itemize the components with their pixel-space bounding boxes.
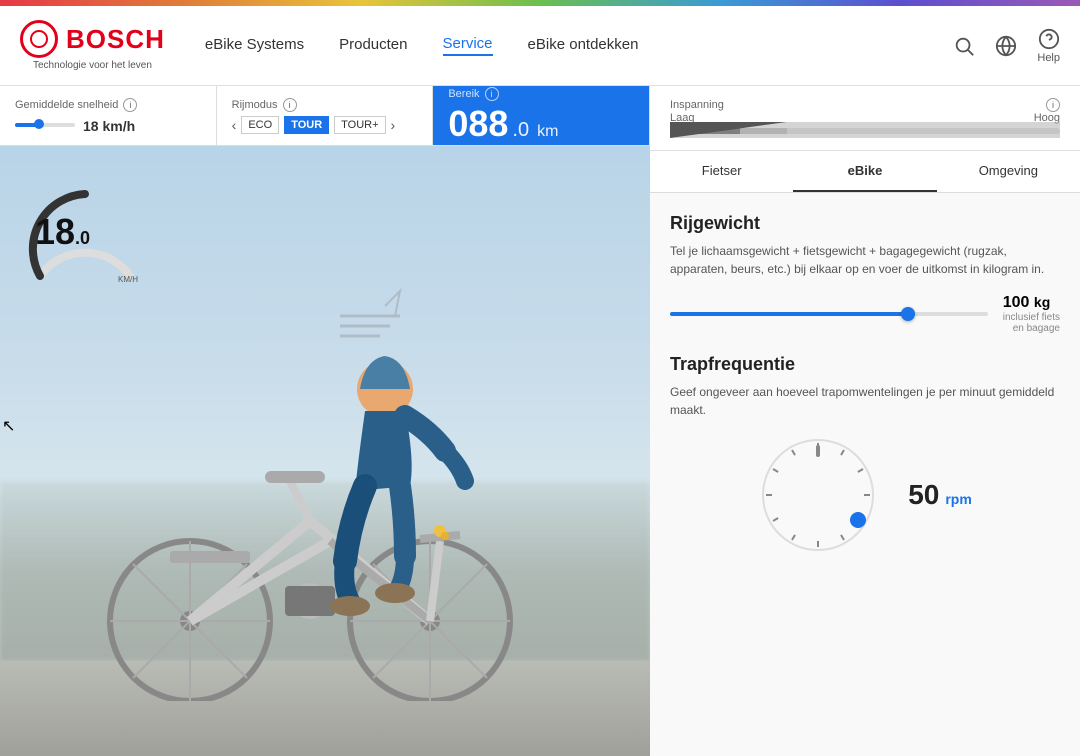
- stats-bar: Gemiddelde snelheid i 18 km/h Rijmodus i: [0, 86, 650, 146]
- bereik-decimal: .0: [512, 119, 529, 142]
- bereik-info-icon[interactable]: i: [485, 87, 499, 101]
- visual-side: Gemiddelde snelheid i 18 km/h Rijmodus i: [0, 86, 650, 756]
- trapfrequentie-title: Trapfrequentie: [670, 354, 1060, 375]
- trapfrequentie-section: Trapfrequentie Geef ongeveer aan hoeveel…: [670, 354, 1060, 555]
- logo-area: BOSCH Technologie voor het leven: [20, 20, 165, 71]
- header: BOSCH Technologie voor het leven eBike S…: [0, 6, 1080, 86]
- globe-icon: [995, 35, 1017, 57]
- weight-slider-row: 100 kg inclusief fiets en bagage: [670, 294, 1060, 334]
- mode-eco-button[interactable]: ECO: [241, 116, 279, 134]
- stat-rijmodus: Rijmodus i ‹ ECO TOUR TOUR+ ›: [217, 86, 434, 145]
- inspanning-section: Inspanning i Laag Hoog: [650, 86, 1080, 151]
- trapfrequentie-desc: Geef ongeveer aan hoeveel trapomwentelin…: [670, 383, 1060, 419]
- cadence-value-display: 50 rpm: [908, 479, 972, 511]
- weight-slider-thumb[interactable]: [901, 307, 915, 321]
- tab-omgeving[interactable]: Omgeving: [937, 151, 1080, 192]
- nav-right: Help: [953, 28, 1060, 64]
- gemiddelde-snelheid-info-icon[interactable]: i: [123, 98, 137, 112]
- cadence-number: 50: [908, 479, 939, 511]
- tab-fietser[interactable]: Fietser: [650, 151, 793, 192]
- nav-service[interactable]: Service: [443, 35, 493, 56]
- cyclist-illustration: [50, 301, 550, 701]
- speedometer-number: 18: [35, 211, 75, 252]
- inspanning-slider-container[interactable]: [670, 128, 1060, 138]
- cadence-controls: 50 rpm: [670, 435, 1060, 555]
- cursor-indicator: ↖: [2, 416, 15, 436]
- bosch-circle-inner-icon: [30, 30, 48, 48]
- gemiddelde-snelheid-label: Gemiddelde snelheid: [15, 99, 118, 111]
- bereik-value-display: 088 .0 km: [448, 103, 634, 145]
- tab-ebike[interactable]: eBike: [793, 151, 936, 192]
- nav-ebike-ontdekken[interactable]: eBike ontdekken: [528, 36, 639, 55]
- help-icon: [1038, 28, 1060, 50]
- bosch-logo: BOSCH: [20, 20, 165, 58]
- cadence-unit: rpm: [945, 491, 971, 507]
- main-nav: eBike Systems Producten Service eBike on…: [205, 35, 953, 56]
- speedometer: 18.0 KM/H: [20, 176, 150, 306]
- weight-slider[interactable]: [670, 312, 988, 316]
- rijmodus-info-icon[interactable]: i: [283, 98, 297, 112]
- mode-tourplus-button[interactable]: TOUR+: [334, 116, 385, 134]
- brand-tagline: Technologie voor het leven: [33, 60, 152, 71]
- inspanning-triangle: [670, 120, 1060, 142]
- stat-gemiddelde-snelheid: Gemiddelde snelheid i 18 km/h: [0, 86, 217, 145]
- weight-sub-label: inclusief fiets: [1003, 312, 1060, 323]
- inspanning-label: Inspanning: [670, 99, 724, 111]
- tabs-row: Fietser eBike Omgeving: [650, 151, 1080, 193]
- search-icon: [953, 35, 975, 57]
- brand-name: BOSCH: [66, 24, 165, 55]
- speedometer-value-display: 18.0: [35, 211, 90, 253]
- cadence-dial-svg: [758, 435, 878, 555]
- weight-value: 100 kg: [1003, 294, 1060, 312]
- rijmodus-selector: ‹ ECO TOUR TOUR+ ›: [232, 116, 418, 134]
- nav-producten[interactable]: Producten: [339, 36, 407, 55]
- gemiddelde-snelheid-value: 18 km/h: [83, 118, 135, 134]
- right-panel: Inspanning i Laag Hoog Fietser eBik: [650, 86, 1080, 756]
- cadence-dial[interactable]: [758, 435, 878, 555]
- globe-button[interactable]: [995, 35, 1017, 57]
- calculator-panel: Gemiddelde snelheid i 18 km/h Rijmodus i: [0, 86, 1080, 756]
- weight-unit: kg: [1034, 294, 1050, 310]
- help-button[interactable]: Help: [1037, 28, 1060, 64]
- inspanning-info-icon[interactable]: i: [1046, 98, 1060, 112]
- weight-sub-label2: en bagage: [1003, 323, 1060, 334]
- stat-bereik: Bereik i 088 .0 km: [433, 86, 650, 145]
- mode-tour-button[interactable]: TOUR: [284, 116, 329, 134]
- weight-number: 100: [1003, 294, 1030, 311]
- rijgewicht-desc: Tel je lichaamsgewicht + fietsgewicht + …: [670, 242, 1060, 278]
- bike-visual: 18.0 KM/H: [0, 146, 650, 756]
- rijmodus-next-button[interactable]: ›: [391, 117, 396, 133]
- rijmodus-prev-button[interactable]: ‹: [232, 117, 237, 133]
- search-button[interactable]: [953, 35, 975, 57]
- content-area: Rijgewicht Tel je lichaamsgewicht + fiet…: [650, 193, 1080, 575]
- speedometer-decimal: .0: [75, 228, 90, 248]
- speedometer-unit: KM/H: [118, 275, 138, 284]
- rijmodus-label: Rijmodus: [232, 99, 278, 111]
- nav-ebike-systems[interactable]: eBike Systems: [205, 36, 304, 55]
- bereik-label: Bereik: [448, 88, 479, 100]
- rijgewicht-section: Rijgewicht Tel je lichaamsgewicht + fiet…: [670, 213, 1060, 334]
- bereik-main: 088: [448, 103, 508, 145]
- help-label: Help: [1037, 52, 1060, 64]
- bereik-unit: km: [537, 123, 558, 141]
- bosch-circle-icon: [20, 20, 58, 58]
- rijgewicht-title: Rijgewicht: [670, 213, 1060, 234]
